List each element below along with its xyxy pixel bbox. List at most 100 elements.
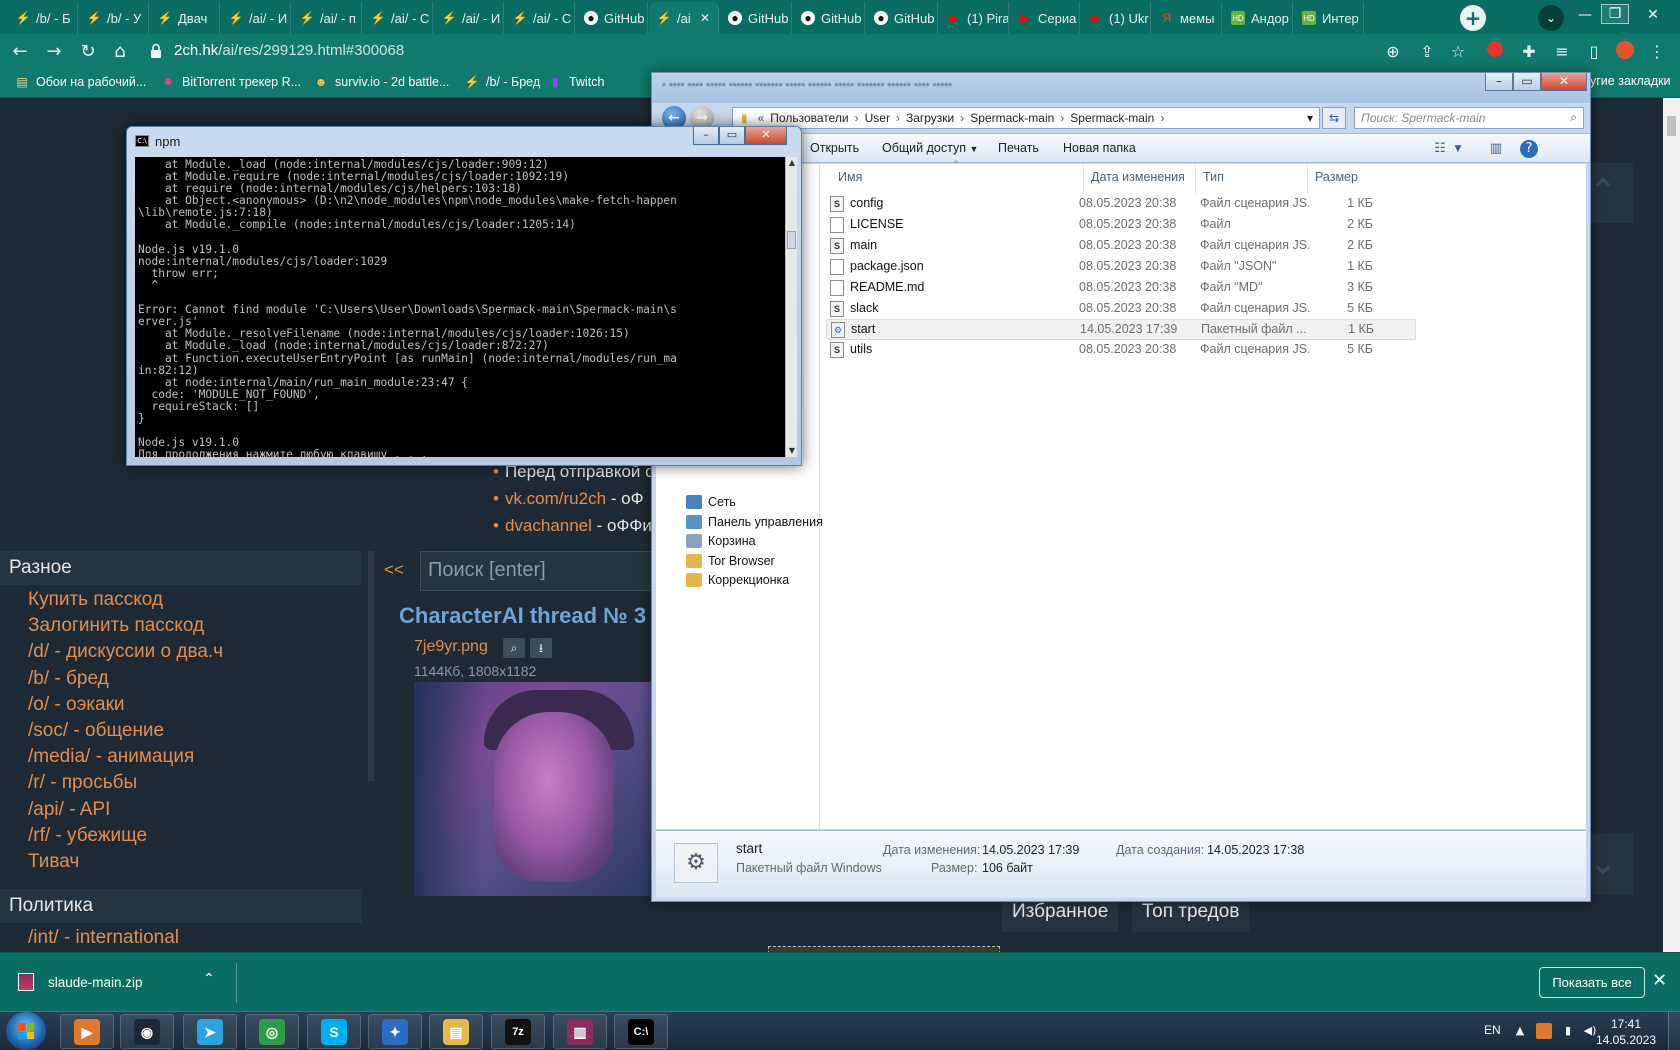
taskbar-app[interactable]: 7z <box>491 1014 545 1049</box>
other-bookmarks[interactable]: угие закладки <box>1590 74 1671 88</box>
column-divider[interactable] <box>1195 164 1196 194</box>
taskbar-app[interactable]: ▥ <box>553 1014 607 1049</box>
new-folder-button[interactable]: Новая папка <box>1063 141 1136 155</box>
share-button[interactable]: Общий доступ ▼ <box>882 141 978 155</box>
chevron-right-icon[interactable]: › <box>1160 111 1164 125</box>
chevron-right-icon[interactable]: › <box>855 111 859 125</box>
browser-tab[interactable]: ⚡ /ai ✕ <box>649 2 719 34</box>
thread-title[interactable]: CharacterAI thread № 3 <box>399 603 646 629</box>
sidebar-link[interactable]: /media/ - анимация <box>28 746 194 768</box>
column-header[interactable]: Тип <box>1203 170 1224 184</box>
close-icon[interactable]: ✕ <box>1652 970 1667 991</box>
browser-tab[interactable]: ⚡ /ai/ - И <box>434 2 504 34</box>
file-row[interactable]: ⚙ start 14.05.2023 17:39 Пакетный файл ... 1… <box>826 319 1416 341</box>
file-row[interactable]: README.md 08.05.2023 20:38 Файл "MD" 3 КБ <box>826 278 1416 299</box>
browser-tab[interactable]: ● GitHub <box>866 2 938 34</box>
download-item[interactable]: slaude-main.zip <box>18 973 143 991</box>
column-header[interactable]: Дата изменения <box>1091 170 1185 184</box>
sidebar-link[interactable]: /o/ - оэкаки <box>28 694 125 716</box>
chevron-up-icon[interactable]: ⌃ <box>203 971 215 987</box>
refresh-icon[interactable]: ⇆ <box>1322 107 1346 129</box>
explorer-close-button[interactable]: ✕ <box>1541 73 1587 91</box>
bookmark-item[interactable]: ⚡ /b/ - Бред <box>464 74 541 90</box>
sidebar-link[interactable]: Тивач <box>28 851 79 873</box>
bookmark-item[interactable]: ▮ Twitch <box>547 74 605 90</box>
media-queue-icon[interactable]: ≡ <box>1551 41 1573 63</box>
attachment-link[interactable]: 7je9yr.png <box>414 638 488 656</box>
language-indicator[interactable]: EN <box>1484 1023 1501 1037</box>
taskbar-app[interactable]: ◎ <box>245 1014 299 1049</box>
address-bar[interactable]: 2ch.hk/ai/res/299129.html#300068 <box>174 42 404 59</box>
page-scrollbar[interactable] <box>1663 98 1680 952</box>
breadcrumb-item[interactable]: Spermack-main <box>970 111 1054 125</box>
lock-icon[interactable] <box>150 43 162 59</box>
breadcrumb-item[interactable]: Spermack-main <box>1070 111 1154 125</box>
start-button[interactable] <box>6 1012 46 1050</box>
nav-item[interactable]: Панель управления <box>686 514 823 529</box>
browser-tab[interactable]: ▶ (1) Ukr <box>1081 2 1151 34</box>
file-row[interactable]: package.json 08.05.2023 20:38 Файл "JSON" 1… <box>826 257 1416 278</box>
browser-tab[interactable]: ● GitHub <box>576 2 648 34</box>
tray-overflow-icon[interactable]: ▲ <box>1512 1023 1528 1039</box>
taskbar-app[interactable]: S <box>307 1014 361 1049</box>
extension-shield-icon[interactable] <box>1484 41 1506 63</box>
show-all-button[interactable]: Показать все <box>1539 967 1645 998</box>
sidebar-link[interactable]: /b/ - бред <box>28 668 109 690</box>
chevron-right-icon[interactable]: › <box>1060 111 1064 125</box>
sidebar-link[interactable]: /rf/ - убежище <box>28 825 147 847</box>
side-panel-icon[interactable]: ▯ <box>1583 41 1605 63</box>
breadcrumb-item[interactable]: Пользователи <box>770 111 848 125</box>
breadcrumb-item[interactable]: Загрузки <box>906 111 954 125</box>
extensions-puzzle-icon[interactable]: ✚ <box>1518 41 1540 63</box>
rules-link[interactable]: dvachannel <box>505 516 592 535</box>
taskbar-app[interactable]: C:\ <box>614 1014 668 1049</box>
sidebar-link[interactable]: /soc/ - общение <box>28 720 164 742</box>
sidebar-link[interactable]: Залогинить пасскод <box>28 615 204 637</box>
scroll-down-icon[interactable]: ▼ <box>786 445 798 457</box>
post-image[interactable] <box>414 682 654 896</box>
tab-search-button[interactable]: ⌄ <box>1538 5 1564 31</box>
close-icon[interactable]: ✕ <box>700 11 710 25</box>
explorer-minimize-button[interactable]: – <box>1485 73 1513 91</box>
explorer-address-bar[interactable]: ▮ « Пользователи › User › Загрузки › Spermack-ma… <box>732 107 1320 129</box>
taskbar-app[interactable]: ✦ <box>368 1014 422 1049</box>
browser-tab[interactable]: ▶ (1) Pira <box>939 2 1009 34</box>
nav-item[interactable]: Сеть <box>686 495 736 509</box>
nav-item[interactable]: Коррекционка <box>686 573 789 588</box>
bookmark-item[interactable]: ☻ surviv.io - 2d battle... <box>313 74 450 90</box>
share-icon[interactable]: ⇪ <box>1416 41 1438 63</box>
browser-minimize-button[interactable]: — <box>1568 0 1602 30</box>
console-close-button[interactable]: ✕ <box>745 127 787 145</box>
browser-tab[interactable]: HD Андор <box>1223 2 1293 34</box>
browser-close-button[interactable]: ✕ <box>1636 0 1670 30</box>
new-tab-button[interactable]: + <box>1460 5 1486 31</box>
file-row[interactable]: Sslack 08.05.2023 20:38 Файл сценария JS..… <box>826 299 1416 320</box>
sidebar-link[interactable]: /int/ - international <box>28 927 179 949</box>
browser-tab[interactable]: ▶ Сериа <box>1010 2 1080 34</box>
search-input[interactable]: Поиск [enter] <box>420 551 670 591</box>
sidebar-link[interactable]: Купить пасскод <box>28 589 163 611</box>
sidebar-link[interactable]: /d/ - дискуссии о два.ч <box>28 641 223 663</box>
bookmark-item[interactable]: ▤ Обои на рабочий... <box>14 74 146 90</box>
explorer-search-input[interactable]: Поиск: Spermack-main ⌕ <box>1354 107 1584 129</box>
chevron-down-icon[interactable]: ▼ <box>1449 140 1467 158</box>
reload-icon[interactable]: ↻ <box>76 40 100 64</box>
console-scrollbar[interactable]: ▲ ▼ <box>785 157 797 457</box>
preview-pane-icon[interactable]: ▥ <box>1487 140 1505 158</box>
taskbar-app[interactable]: ▤ <box>429 1014 483 1049</box>
browser-tab[interactable]: ⚡ /ai/ - п <box>292 2 362 34</box>
browser-tab[interactable]: ⚡ /ai/ - C <box>363 2 433 34</box>
help-icon[interactable]: ? <box>1520 140 1538 158</box>
browser-tab[interactable]: ⚡ /b/ - У <box>79 2 149 34</box>
column-divider[interactable] <box>1307 164 1308 194</box>
nav-item[interactable]: Tor Browser <box>686 553 775 568</box>
show-desktop-button[interactable] <box>1668 1012 1680 1050</box>
breadcrumb-overflow-icon[interactable]: « <box>758 111 765 125</box>
sidebar-link[interactable]: /api/ - API <box>28 799 110 821</box>
column-header[interactable]: Имя <box>838 170 862 184</box>
browser-tab[interactable]: ⚡ /b/ - Б <box>8 2 78 34</box>
collapse-button[interactable]: << <box>384 560 404 580</box>
sidebar-link[interactable]: /r/ - просьбы <box>28 772 137 794</box>
forward-icon[interactable]: → <box>42 40 66 64</box>
browser-tab[interactable]: ⚡ Двач <box>150 2 220 34</box>
